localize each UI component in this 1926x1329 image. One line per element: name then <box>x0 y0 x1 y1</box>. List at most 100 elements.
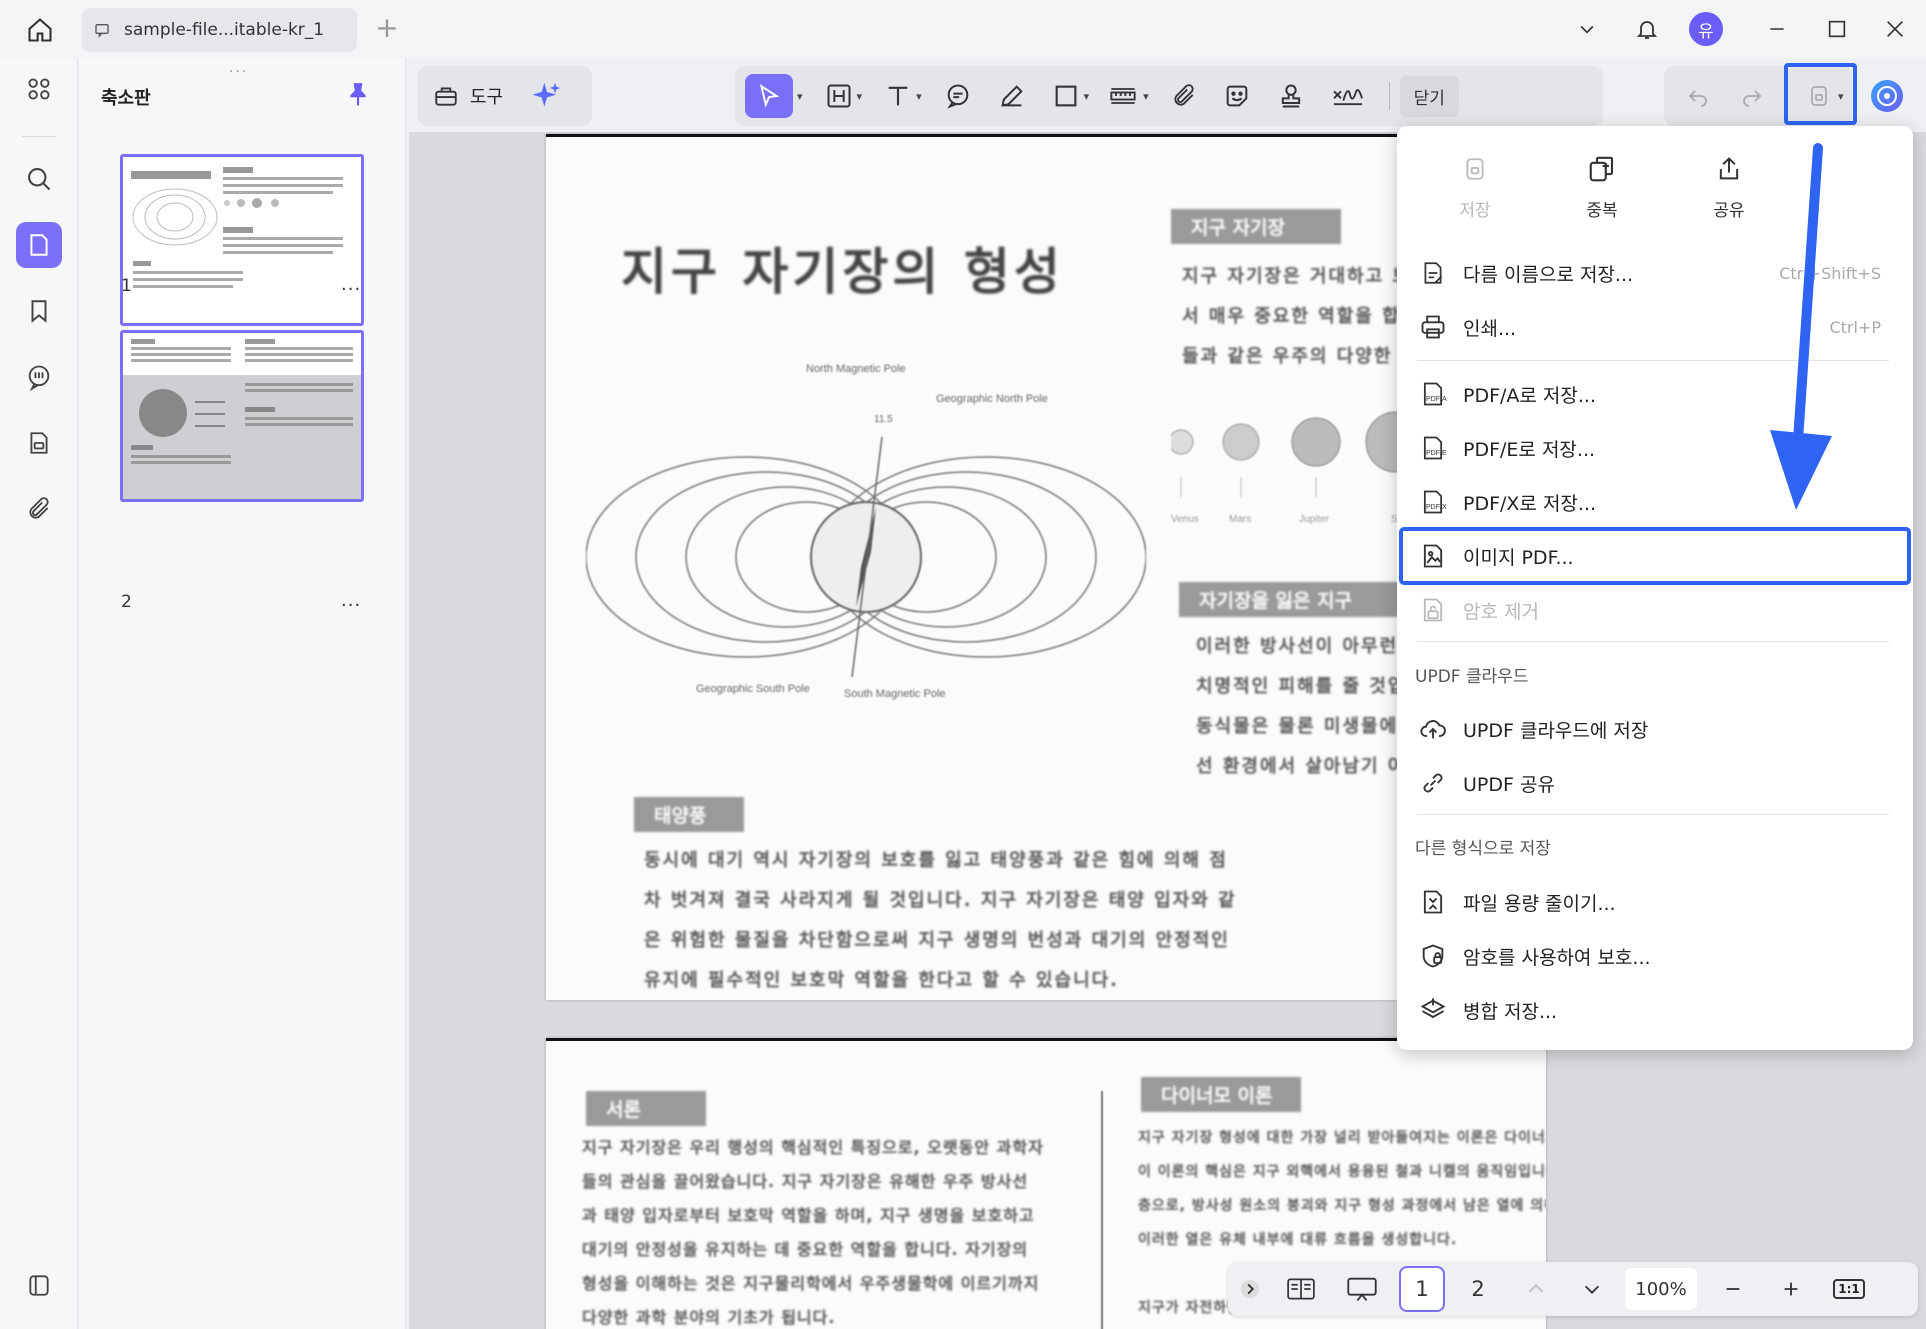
paperclip-icon <box>29 497 49 519</box>
shape-tool-dropdown[interactable]: ▾ <box>1084 90 1090 103</box>
menu-item-flatten[interactable]: 병합 저장... <box>1417 983 1893 1037</box>
redo-button[interactable] <box>1732 74 1772 118</box>
plus-icon <box>1784 1282 1798 1296</box>
page-title: 지구 자기장의 형성 <box>621 243 1064 301</box>
zoom-out-button[interactable] <box>1704 1278 1762 1300</box>
panel-title: 축소판 <box>101 88 151 109</box>
thumbnail-2-more-button[interactable]: ... <box>341 590 361 611</box>
reading-mode-button[interactable] <box>1272 1276 1330 1302</box>
page-button-2[interactable]: 2 <box>1450 1266 1506 1312</box>
presentation-button[interactable] <box>1330 1275 1394 1303</box>
rail-attachments-button[interactable] <box>16 486 62 532</box>
rail-thumbnails-button[interactable] <box>16 222 62 268</box>
menu-item-protect[interactable]: 암호를 사용하여 보호... <box>1417 929 1893 983</box>
rail-forms-button[interactable] <box>16 420 62 466</box>
menu-item-save-pdfe[interactable]: PDF/E PDF/E로 저장... <box>1417 421 1893 475</box>
user-avatar[interactable]: 유 <box>1688 10 1724 48</box>
save-dropdown-menu: 저장 중복 공유 다름 이름으로 저장... Ctrl+Shift+S 인쇄..… <box>1397 126 1913 1050</box>
menu-item-cloud-save[interactable]: UPDF 클라우드에 저장 <box>1417 702 1893 756</box>
document-tab[interactable]: sample-file...itable-kr_1 <box>82 8 357 52</box>
present-icon <box>1347 1277 1377 1301</box>
ai-assistant-button[interactable] <box>531 74 563 118</box>
rail-search-button[interactable] <box>16 156 62 202</box>
page-button-1[interactable]: 1 <box>1394 1266 1450 1312</box>
menu-duplicate-button[interactable]: 중복 <box>1562 154 1642 221</box>
sticker-tool-button[interactable] <box>1223 74 1251 118</box>
comment-tool-button[interactable] <box>944 74 972 118</box>
actual-size-button[interactable]: 1:1 <box>1820 1279 1878 1299</box>
rail-bookmarks-button[interactable] <box>16 288 62 334</box>
stamp-tool-button[interactable] <box>1277 74 1305 118</box>
printer-icon <box>1417 311 1449 343</box>
notifications-button[interactable] <box>1628 10 1666 48</box>
highlight-tool-button[interactable] <box>825 74 853 118</box>
panel-resize-grip[interactable]: ... <box>229 60 248 76</box>
tabs-dropdown-button[interactable] <box>1572 10 1602 48</box>
menu-save-button[interactable]: 저장 <box>1435 154 1515 221</box>
undo-button[interactable] <box>1678 74 1718 118</box>
rail-comments-button[interactable] <box>16 354 62 400</box>
menu-share-button[interactable]: 공유 <box>1689 154 1769 221</box>
text-tool-dropdown[interactable]: ▾ <box>916 90 922 103</box>
tools-label: 도구 <box>470 87 504 108</box>
close-tools-button[interactable]: 닫기 <box>1399 75 1459 117</box>
highlight-tool-dropdown[interactable]: ▾ <box>857 90 863 103</box>
menu-item-remove-password[interactable]: 암호 제거 <box>1417 583 1893 637</box>
zoom-level-field[interactable]: 100% <box>1618 1268 1704 1310</box>
add-tab-button[interactable]: + <box>372 13 402 43</box>
menu-item-save-pdfa[interactable]: PDF/A PDF/A로 저장... <box>1417 367 1893 421</box>
measure-tool-button[interactable] <box>1107 74 1139 118</box>
select-tool-button[interactable] <box>745 74 793 118</box>
menu-item-label: UPDF 공유 <box>1463 773 1555 796</box>
thumbnail-page-2[interactable] <box>120 330 364 502</box>
previous-page-button[interactable] <box>1506 1278 1566 1300</box>
menu-item-label: PDF/A로 저장... <box>1463 384 1597 407</box>
text-line: 유지에 필수적인 보호막 역할을 한다고 할 수 있습니다. <box>644 970 1120 991</box>
menu-item-updf-share[interactable]: UPDF 공유 <box>1417 756 1893 810</box>
menu-item-shortcut: Ctrl+Shift+S <box>1779 263 1881 283</box>
collapse-nav-button[interactable] <box>1228 1278 1272 1300</box>
minimize-button[interactable] <box>1758 10 1796 48</box>
maximize-button[interactable] <box>1818 10 1856 48</box>
signature-tool-button[interactable] <box>1331 74 1365 118</box>
stamp-icon <box>1281 84 1300 108</box>
text-tool-button[interactable] <box>884 74 912 118</box>
planet-label: Mars <box>1229 514 1251 525</box>
menu-item-save-as[interactable]: 다름 이름으로 저장... Ctrl+Shift+S <box>1417 246 1893 300</box>
menu-duplicate-label: 중복 <box>1586 201 1618 221</box>
menu-item-print[interactable]: 인쇄... Ctrl+P <box>1417 300 1893 354</box>
maximize-icon <box>1828 20 1846 38</box>
rail-apps-button[interactable] <box>16 66 62 112</box>
zoom-in-button[interactable] <box>1762 1278 1820 1300</box>
tools-group: 도구 <box>418 66 592 126</box>
home-button[interactable] <box>22 12 58 48</box>
tools-menu-button[interactable]: 도구 <box>432 74 503 118</box>
thumbnail-page-1[interactable] <box>120 154 364 326</box>
thumbnail-1-preview <box>123 157 361 323</box>
thumbnail-1-more-button[interactable]: ... <box>341 274 361 295</box>
page-icon <box>30 234 48 256</box>
menu-item-reduce-size[interactable]: 파일 용량 줄이기... <box>1417 875 1893 929</box>
shape-tool-button[interactable] <box>1052 74 1080 118</box>
measure-tool-dropdown[interactable]: ▾ <box>1143 90 1149 103</box>
text-line: 차 벗겨져 결국 사라지게 될 것입니다. 지구 자기장은 태양 입자와 같 <box>644 890 1237 911</box>
page-navigation-bar: 1 2 100% 1:1 <box>1228 1262 1918 1316</box>
attach-tool-button[interactable] <box>1171 74 1197 118</box>
menu-item-label: 파일 용량 줄이기... <box>1463 892 1616 915</box>
next-page-button[interactable] <box>1566 1278 1618 1300</box>
rail-theme-button[interactable] <box>16 1262 62 1308</box>
updf-ai-button[interactable] <box>1867 74 1907 118</box>
pencil-tool-button[interactable] <box>998 74 1026 118</box>
menu-item-save-pdfx[interactable]: PDF/X PDF/X로 저장... <box>1417 475 1893 529</box>
close-window-button[interactable] <box>1876 10 1914 48</box>
text-line: 선 환경에서 살아남기 어려 <box>1196 756 1425 777</box>
svg-text:PDF/X: PDF/X <box>1426 504 1447 511</box>
share-icon <box>1719 157 1739 180</box>
menu-item-label: UPDF 클라우드에 저장 <box>1463 719 1649 742</box>
signature-icon <box>1332 89 1363 106</box>
pin-panel-button[interactable] <box>345 80 373 108</box>
ruler-icon <box>1110 88 1136 104</box>
menu-item-image-pdf[interactable]: 이미지 PDF... <box>1399 527 1911 585</box>
image-pdf-icon <box>1417 540 1449 572</box>
select-tool-dropdown[interactable]: ▾ <box>797 90 803 103</box>
